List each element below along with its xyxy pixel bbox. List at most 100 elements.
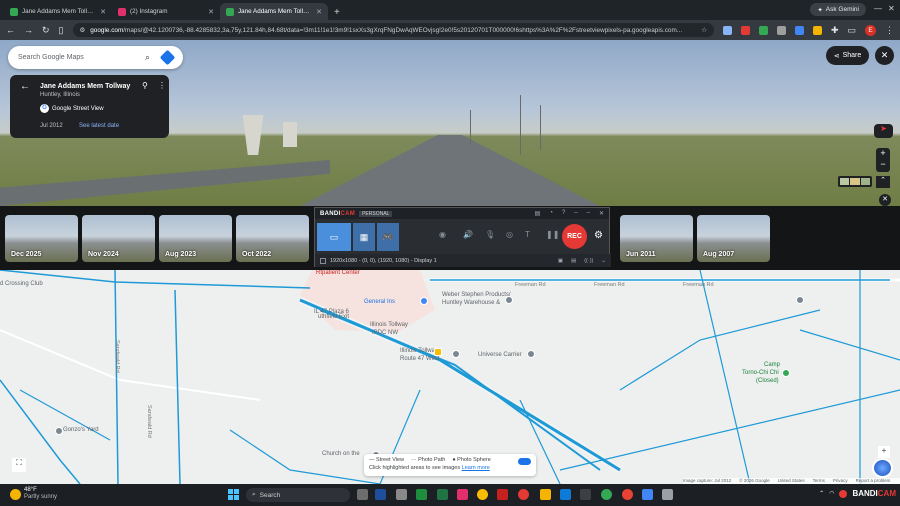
taskbar-search-input[interactable]: Search: [260, 492, 281, 499]
fullscreen-icon[interactable]: ⛶: [12, 458, 26, 472]
clock-icon[interactable]: ◔: [549, 210, 553, 217]
close-tab-icon[interactable]: ✕: [100, 8, 106, 16]
extension-icon[interactable]: [812, 25, 822, 35]
extension-icon[interactable]: [794, 25, 804, 35]
map-label[interactable]: Torno-Chi Chi: [742, 370, 779, 376]
close-tab-icon[interactable]: ✕: [208, 8, 214, 16]
excel-icon[interactable]: [437, 489, 448, 500]
browser-tab-2[interactable]: (2) Instagram ✕: [112, 3, 220, 20]
search-input[interactable]: Search Google Maps: [18, 54, 145, 61]
map-zoom-in-icon[interactable]: +: [878, 446, 890, 458]
broadcast-icon[interactable]: ((·)): [584, 258, 593, 264]
microphone-icon[interactable]: 🎙: [485, 230, 495, 239]
timeline-thumb[interactable]: Aug 2023: [159, 215, 232, 262]
settings-gear-icon[interactable]: ⚙: [594, 230, 603, 241]
folder-icon[interactable]: ▤: [535, 210, 541, 217]
text-overlay-icon[interactable]: T: [525, 230, 530, 239]
map-label[interactable]: IPDC NW: [372, 330, 398, 336]
record-button[interactable]: REC: [562, 224, 587, 249]
bookmark-star-icon[interactable]: ☆: [701, 26, 707, 34]
screenshot-icon[interactable]: ▣: [558, 258, 563, 264]
chrome-icon[interactable]: [622, 489, 633, 500]
edge-icon[interactable]: [560, 489, 571, 500]
street-view-map[interactable]: d Crossing Club Freeman Rd Freeman Rd Fr…: [0, 270, 900, 484]
map-poi-marker[interactable]: [527, 350, 535, 358]
chrome-icon[interactable]: [477, 489, 488, 500]
chevron-down-icon[interactable]: ⌄: [601, 258, 606, 264]
map-poi-marker[interactable]: [505, 296, 513, 304]
mode-checkbox[interactable]: [320, 257, 326, 264]
extension-icon[interactable]: [776, 25, 786, 35]
recording-indicator-icon[interactable]: [839, 489, 848, 498]
map-poi-marker[interactable]: [782, 369, 790, 377]
map-label[interactable]: Route 47 West: [400, 356, 440, 362]
share-button[interactable]: ⋖ Share: [826, 46, 869, 65]
map-poi-marker[interactable]: [452, 350, 460, 358]
close-street-view-button[interactable]: ✕: [875, 46, 894, 65]
extension-icon[interactable]: [758, 25, 768, 35]
map-label[interactable]: General Ins: [364, 299, 395, 305]
minimize-icon[interactable]: —: [874, 4, 882, 13]
map-label[interactable]: Church on the: [322, 451, 360, 457]
timeline-thumb[interactable]: Oct 2022: [236, 215, 309, 262]
windows-start-icon[interactable]: [228, 489, 239, 500]
close-tab-icon[interactable]: ✕: [316, 8, 322, 16]
device-record-mode-icon[interactable]: ▦: [353, 223, 375, 251]
bandicam-taskbar-icon[interactable]: [518, 489, 529, 500]
puzzle-extensions-icon[interactable]: ✚: [831, 25, 839, 36]
search-icon[interactable]: ⌕: [145, 52, 150, 63]
map-label[interactable]: d Crossing Club: [0, 281, 43, 287]
app-icon[interactable]: [457, 489, 468, 500]
imagery-thumbnails[interactable]: [838, 176, 872, 187]
help-icon[interactable]: ?: [562, 210, 565, 217]
zoom-in-icon[interactable]: +: [876, 148, 890, 159]
close-icon[interactable]: ✕: [599, 210, 604, 217]
reload-icon[interactable]: ↻: [42, 25, 50, 36]
map-label[interactable]: Illinois Tollway: [400, 348, 438, 354]
app-icon[interactable]: [580, 489, 591, 500]
street-view-layer-toggle[interactable]: [518, 458, 531, 465]
back-arrow-icon[interactable]: ←: [20, 81, 30, 92]
bandicam-titlebar[interactable]: BANDICAM PERSONAL ▤ ◔ ? – – ✕: [315, 208, 609, 219]
back-arrow-icon[interactable]: ←: [6, 25, 15, 35]
app-icon[interactable]: [497, 489, 508, 500]
map-label[interactable]: Illinois Tollway: [370, 322, 408, 328]
map-poi-marker[interactable]: [420, 297, 428, 305]
map-poi-marker[interactable]: [796, 296, 804, 304]
app-icon[interactable]: [375, 489, 386, 500]
app-icon[interactable]: [662, 489, 673, 500]
timeline-thumb[interactable]: Nov 2024: [82, 215, 155, 262]
minimize-icon[interactable]: –: [574, 210, 577, 217]
map-label[interactable]: Gonzo's Yard: [63, 427, 99, 433]
wifi-icon[interactable]: ◠: [829, 490, 834, 497]
file-explorer-icon[interactable]: [540, 489, 551, 500]
tray-chevron-icon[interactable]: ⌃: [819, 490, 824, 497]
menu-kebab-icon[interactable]: ⋮: [885, 25, 894, 36]
app-icon[interactable]: [642, 489, 653, 500]
see-latest-date-link[interactable]: See latest date: [79, 123, 119, 129]
chrome-icon[interactable]: [601, 489, 612, 500]
game-record-mode-icon[interactable]: 🎮: [377, 223, 399, 251]
window-close-icon[interactable]: ✕: [888, 4, 895, 13]
map-pin-icon[interactable]: ⚲: [142, 81, 148, 90]
maps-search-box[interactable]: Search Google Maps ⌕: [8, 46, 183, 69]
forward-arrow-icon[interactable]: →: [24, 25, 33, 35]
taskbar-search[interactable]: ⌕ Search: [246, 488, 350, 502]
more-options-icon[interactable]: ⋮: [158, 81, 166, 90]
directions-icon[interactable]: [159, 49, 176, 66]
map-poi-marker[interactable]: [55, 427, 63, 435]
browser-tab-3[interactable]: Jane Addams Mem Tollway - G ✕: [220, 3, 328, 20]
timeline-thumb[interactable]: Aug 2007: [697, 215, 770, 262]
screen-record-mode-icon[interactable]: ▭: [317, 223, 351, 251]
profile-avatar[interactable]: E: [865, 24, 876, 36]
compass-icon[interactable]: ➤: [874, 124, 893, 138]
region-icon[interactable]: ▤: [571, 258, 576, 264]
pegman-icon[interactable]: [434, 348, 442, 356]
close-timeline-icon[interactable]: ✕: [879, 194, 891, 206]
new-tab-button[interactable]: +: [334, 7, 340, 18]
zoom-out-icon[interactable]: −: [876, 159, 890, 170]
map-label[interactable]: Camp: [764, 362, 780, 368]
map-label[interactable]: Weber Stephen Products/: [442, 292, 511, 298]
expand-chevron-icon[interactable]: ⌃: [876, 176, 890, 188]
map-label[interactable]: IL 47 Plaza 6: [314, 309, 349, 315]
